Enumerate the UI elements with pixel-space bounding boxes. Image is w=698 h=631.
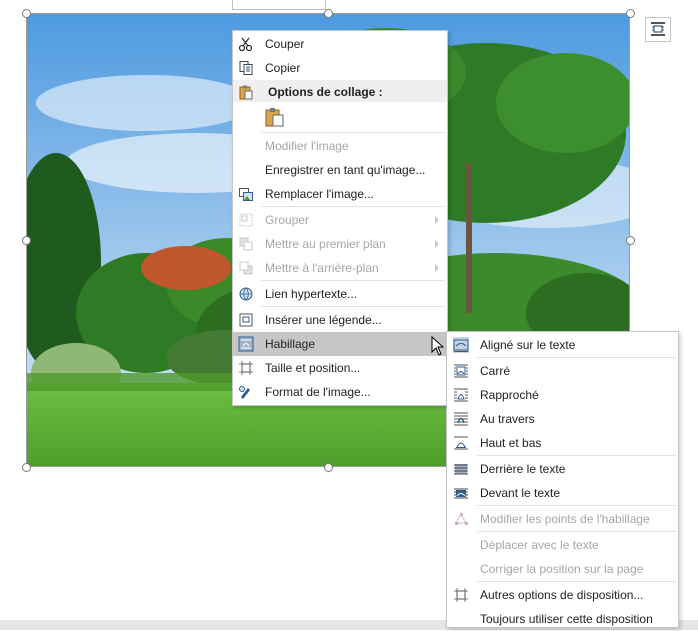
format-picture-icon [239, 386, 250, 399]
wrap-tight-icon [454, 388, 468, 402]
menu-item-enregistrer-image[interactable]: Enregistrer en tant qu'image... [233, 158, 447, 182]
wrap-option-square[interactable]: Carré [447, 359, 678, 383]
menu-item-label: Carré [480, 364, 511, 378]
wrap-square-icon [454, 364, 468, 378]
resize-handle-bottom-left[interactable] [22, 463, 31, 472]
wrap-option-move-with-text[interactable]: Déplacer avec le texte [447, 533, 678, 557]
wrap-inline-icon [453, 337, 469, 353]
menu-item-label: Modifier l'image [265, 139, 349, 153]
menu-item-habillage[interactable]: Habillage [233, 332, 447, 356]
menu-item-label: Couper [265, 37, 305, 51]
menu-item-premier-plan[interactable]: Mettre au premier plan [233, 232, 447, 256]
menu-item-label: Corriger la position sur la page [480, 562, 644, 576]
context-menu: Couper Copier Options de collage : Modif… [232, 30, 448, 406]
menu-item-label: Lien hypertexte... [265, 287, 358, 301]
menu-item-modifier-image[interactable]: Modifier l'image [233, 134, 447, 158]
wrap-option-fix-position[interactable]: Corriger la position sur la page [447, 557, 678, 581]
layout-options-button[interactable] [645, 17, 671, 42]
wrap-top-bottom-icon [454, 436, 468, 450]
resize-handle-left[interactable] [22, 236, 31, 245]
menu-item-label: Format de l'image... [265, 385, 371, 399]
paste-icon [239, 85, 253, 100]
menu-item-label: Déplacer avec le texte [480, 538, 599, 552]
wrap-through-icon [454, 412, 468, 426]
bring-forward-icon [239, 237, 253, 251]
menu-item-label: Aligné sur le texte [480, 338, 576, 352]
scissors-icon [238, 37, 253, 52]
menu-item-label: Au travers [480, 412, 535, 426]
send-backward-icon [239, 261, 253, 275]
menu-item-label: Mettre à l'arrière-plan [265, 261, 379, 275]
wrap-option-edit-points[interactable]: Modifier les points de l'habillage [447, 507, 678, 531]
submenu-arrow-icon [435, 264, 439, 272]
menu-item-remplacer-image[interactable]: Remplacer l'image... [233, 182, 447, 206]
menu-item-label: Insérer une légende... [265, 313, 382, 327]
paste-picture-icon [265, 108, 284, 127]
menu-item-inserer-legende[interactable]: Insérer une légende... [233, 308, 447, 332]
resize-handle-top[interactable] [324, 9, 333, 18]
menu-item-label: Taille et position... [265, 361, 361, 375]
menu-item-label: Toujours utiliser cette disposition [480, 612, 653, 626]
wrap-option-always-use[interactable]: Toujours utiliser cette disposition [447, 607, 678, 631]
menu-item-label: Autres options de disposition... [480, 588, 644, 602]
resize-handle-right[interactable] [626, 236, 635, 245]
wrap-text-submenu: Aligné sur le texte Carré Rapproché Au t… [446, 331, 679, 628]
wrap-option-inline[interactable]: Aligné sur le texte [447, 333, 678, 357]
menu-item-label: Habillage [265, 337, 316, 351]
menu-item-label: Modifier les points de l'habillage [480, 512, 650, 526]
menu-item-label: Mettre au premier plan [265, 237, 386, 251]
menu-item-label: Remplacer l'image... [265, 187, 374, 201]
group-icon [239, 213, 253, 227]
submenu-arrow-icon [435, 240, 439, 248]
menu-item-label: Enregistrer en tant qu'image... [265, 163, 426, 177]
menu-item-couper[interactable]: Couper [233, 32, 447, 56]
more-layout-icon [454, 588, 468, 602]
menu-item-label: Haut et bas [480, 436, 542, 450]
mouse-cursor-icon [431, 336, 445, 356]
floating-toolbar-edge [232, 0, 326, 10]
menu-item-lien-hypertexte[interactable]: Lien hypertexte... [233, 282, 447, 306]
copy-icon [239, 61, 253, 75]
wrap-option-top-bottom[interactable]: Haut et bas [447, 431, 678, 455]
menu-item-copier[interactable]: Copier [233, 56, 447, 80]
menu-item-label: Rapproché [480, 388, 539, 402]
resize-handle-bottom[interactable] [324, 463, 333, 472]
wrap-behind-icon [454, 464, 468, 475]
menu-item-grouper[interactable]: Grouper [233, 208, 447, 232]
menu-item-taille-position[interactable]: Taille et position... [233, 356, 447, 380]
menu-item-label: Copier [265, 61, 301, 75]
menu-section-label: Options de collage : [268, 85, 383, 99]
caption-icon [239, 313, 253, 327]
menu-item-label: Grouper [265, 213, 310, 227]
menu-item-label: Derrière le texte [480, 462, 566, 476]
resize-handle-top-right[interactable] [626, 9, 635, 18]
wrap-option-front[interactable]: Devant le texte [447, 481, 678, 505]
layout-options-icon [651, 22, 665, 36]
menu-section-paste-options: Options de collage : [233, 80, 447, 102]
wrap-option-more-layout[interactable]: Autres options de disposition... [447, 583, 678, 607]
change-picture-icon [239, 188, 253, 201]
wrap-option-tight[interactable]: Rapproché [447, 383, 678, 407]
paste-option-keep-source[interactable] [233, 103, 447, 131]
submenu-arrow-icon [435, 216, 439, 224]
hyperlink-icon [239, 287, 253, 301]
wrap-option-behind[interactable]: Derrière le texte [447, 457, 678, 481]
menu-item-arriere-plan[interactable]: Mettre à l'arrière-plan [233, 256, 447, 280]
wrap-option-through[interactable]: Au travers [447, 407, 678, 431]
wrap-text-icon [238, 336, 254, 352]
size-position-icon [239, 361, 253, 375]
wrap-front-icon [454, 488, 468, 499]
menu-item-label: Devant le texte [480, 486, 561, 500]
resize-handle-top-left[interactable] [22, 9, 31, 18]
menu-item-format-image[interactable]: Format de l'image... [233, 380, 447, 404]
edit-wrap-points-icon [455, 512, 468, 525]
